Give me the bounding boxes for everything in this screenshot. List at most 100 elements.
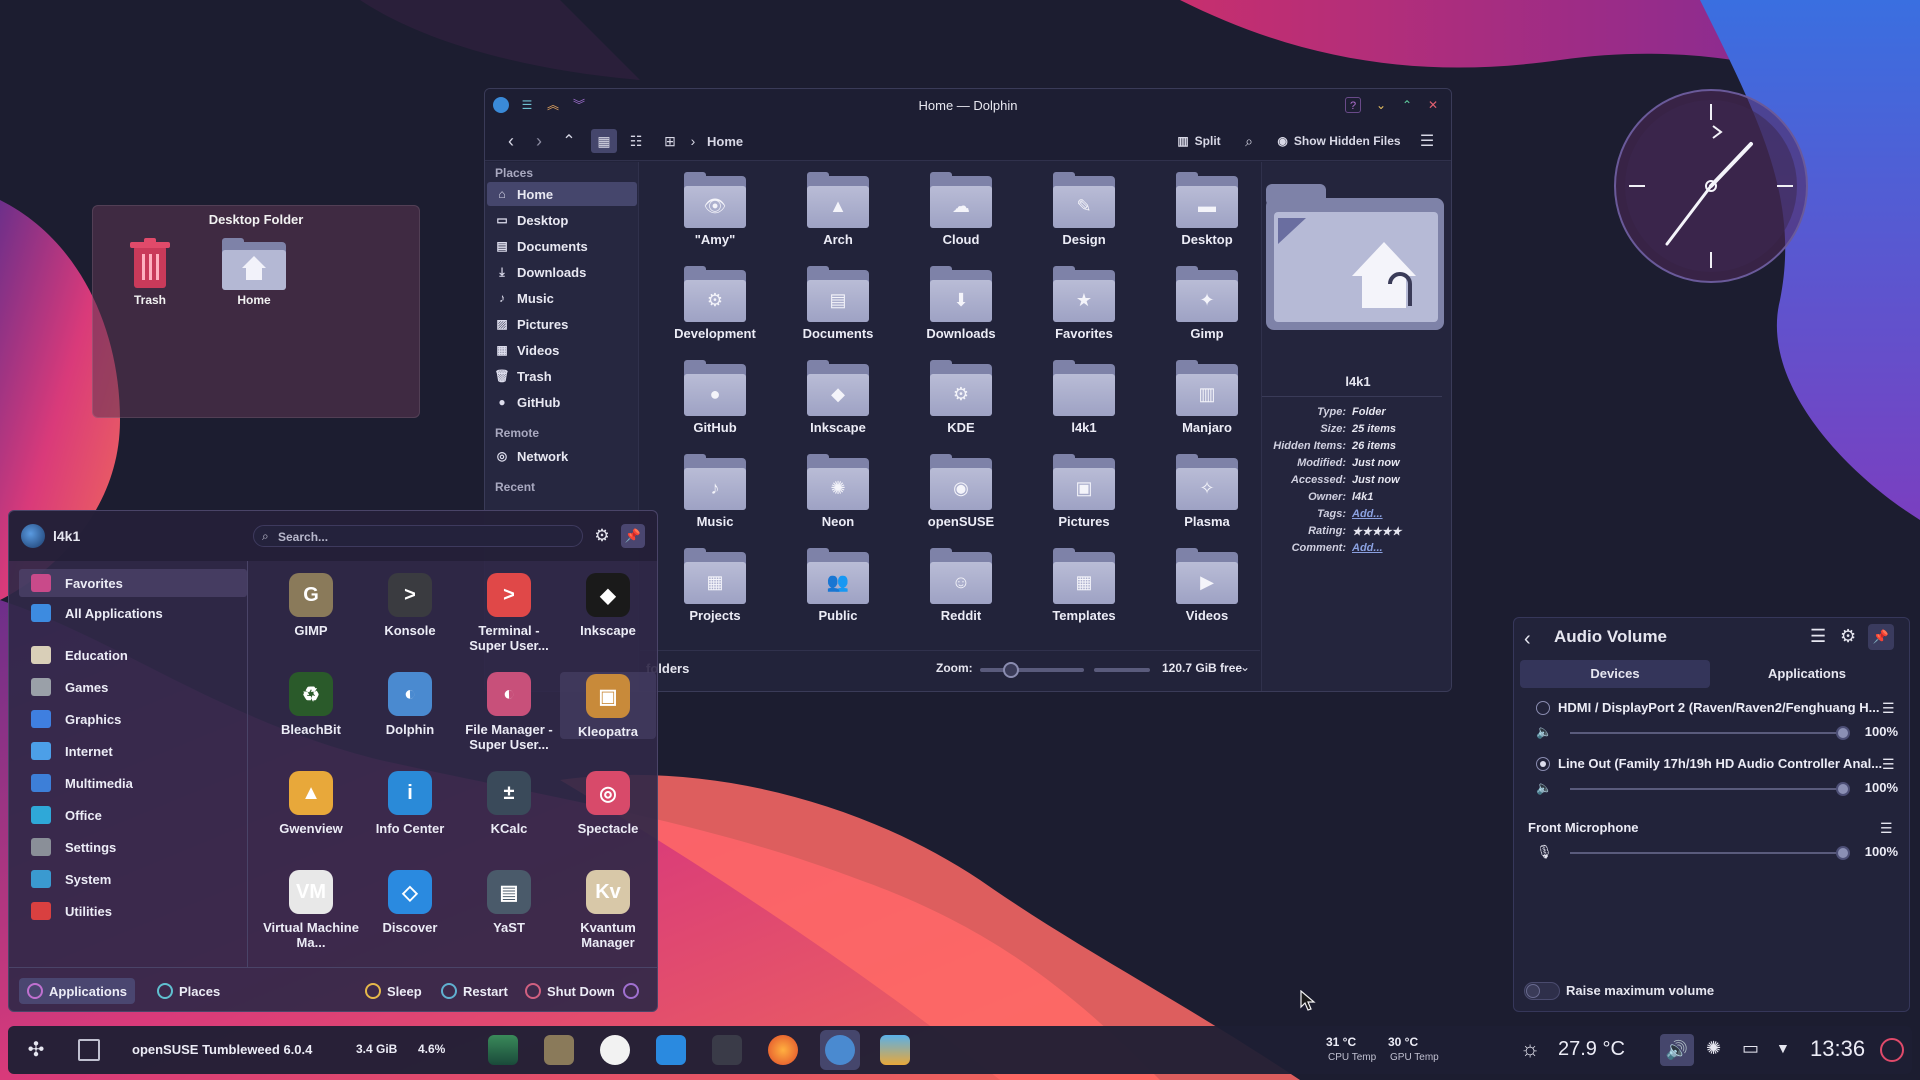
category-office[interactable]: Office bbox=[19, 801, 247, 829]
app-item[interactable]: > Konsole bbox=[362, 573, 458, 638]
hamburger-menu-icon[interactable]: ☰ bbox=[1810, 626, 1826, 647]
back-icon[interactable]: ‹ bbox=[1524, 628, 1531, 651]
zoom-slider[interactable] bbox=[980, 662, 1084, 678]
folder-item[interactable]: l4k1 bbox=[1025, 360, 1143, 435]
app-item[interactable]: ▲ Gwenview bbox=[263, 771, 359, 836]
category-graphics[interactable]: Graphics bbox=[19, 705, 247, 733]
volume-slider-knob[interactable] bbox=[1836, 726, 1850, 740]
place-videos[interactable]: ▦ Videos bbox=[487, 338, 637, 362]
desktop-icon-trash[interactable]: Trash bbox=[105, 238, 195, 307]
info-value[interactable]: Add... bbox=[1352, 542, 1383, 554]
sleep-button[interactable]: Sleep bbox=[357, 978, 430, 1004]
places-tab[interactable]: Places bbox=[149, 978, 228, 1004]
forward-icon[interactable]: › bbox=[527, 129, 551, 153]
up-icon[interactable]: ⌃ bbox=[557, 129, 581, 153]
folder-item[interactable]: ✦ Gimp bbox=[1148, 266, 1266, 341]
volume-slider-knob[interactable] bbox=[1836, 782, 1850, 796]
weather-icon[interactable]: ☼ bbox=[1520, 1036, 1540, 1062]
tab-applications[interactable]: Applications bbox=[1712, 660, 1902, 688]
folder-item[interactable]: ◉ openSUSE bbox=[902, 454, 1020, 529]
category-system[interactable]: System bbox=[19, 865, 247, 893]
app-item[interactable]: > Terminal - Super User... bbox=[461, 573, 557, 653]
folder-item[interactable]: ● GitHub bbox=[656, 360, 774, 435]
app-item[interactable]: ♻ BleachBit bbox=[263, 672, 359, 737]
folder-item[interactable]: ◆ Inkscape bbox=[779, 360, 897, 435]
folder-item[interactable]: ⚙ KDE bbox=[902, 360, 1020, 435]
folder-item[interactable]: ▥ Manjaro bbox=[1148, 360, 1266, 435]
folder-item[interactable]: ✧ Plasma bbox=[1148, 454, 1266, 529]
session-icon[interactable] bbox=[1880, 1038, 1904, 1062]
place-documents[interactable]: ▤ Documents bbox=[487, 234, 637, 258]
back-icon[interactable]: ‹ bbox=[499, 129, 523, 153]
app-item[interactable]: ± KCalc bbox=[461, 771, 557, 836]
desktop-icon-home[interactable]: Home bbox=[209, 238, 299, 307]
free-space-dropdown-icon[interactable]: ⌄ bbox=[1240, 660, 1250, 674]
taskbar-app-gimp-icon[interactable] bbox=[544, 1035, 574, 1065]
place-music[interactable]: ♪ Music bbox=[487, 286, 637, 310]
app-item[interactable]: ▣ Kleopatra bbox=[560, 672, 656, 739]
app-item[interactable]: G GIMP bbox=[263, 573, 359, 638]
icons-view-icon[interactable]: ▦ bbox=[591, 129, 617, 153]
network-tray-icon[interactable]: ▭ bbox=[1742, 1038, 1759, 1059]
folder-item[interactable]: ★ Favorites bbox=[1025, 266, 1143, 341]
minimize-icon[interactable]: ⌄ bbox=[1373, 97, 1389, 113]
app-item[interactable]: Kv Kvantum Manager bbox=[560, 870, 656, 950]
folder-item[interactable]: ☺ Reddit bbox=[902, 548, 1020, 623]
folder-item[interactable]: ▶ Videos bbox=[1148, 548, 1266, 623]
gear-icon[interactable]: ⚙ bbox=[591, 525, 613, 547]
place-pictures[interactable]: ▨ Pictures bbox=[487, 312, 637, 336]
folder-item[interactable]: ▤ Documents bbox=[779, 266, 897, 341]
folder-item[interactable]: ▦ Templates bbox=[1025, 548, 1143, 623]
mic-slider[interactable] bbox=[1570, 846, 1850, 860]
place-desktop[interactable]: ▭ Desktop bbox=[487, 208, 637, 232]
hamburger-menu-icon[interactable]: ☰ bbox=[1415, 129, 1439, 153]
volume-slider[interactable] bbox=[1570, 782, 1850, 796]
taskbar-app-dolphin-active[interactable] bbox=[820, 1030, 860, 1070]
close-icon[interactable]: ✕ bbox=[1425, 97, 1441, 113]
place-github[interactable]: ● GitHub bbox=[487, 390, 637, 414]
category-multimedia[interactable]: Multimedia bbox=[19, 769, 247, 797]
folder-item[interactable]: 👁 "Amy" bbox=[656, 172, 774, 247]
speaker-icon[interactable]: 🔈 bbox=[1536, 724, 1552, 740]
category-internet[interactable]: Internet bbox=[19, 737, 247, 765]
folder-item[interactable]: ⚙ Development bbox=[656, 266, 774, 341]
device-radio[interactable] bbox=[1536, 701, 1550, 715]
microphone-icon[interactable]: 🎙 bbox=[1536, 844, 1553, 860]
device-menu-icon[interactable]: ☰ bbox=[1882, 700, 1895, 717]
device-menu-icon[interactable]: ☰ bbox=[1880, 820, 1893, 837]
pin-icon[interactable]: 📌 bbox=[1868, 624, 1894, 650]
compact-view-icon[interactable]: ☷ bbox=[623, 129, 649, 153]
app-item[interactable]: ◇ Discover bbox=[362, 870, 458, 935]
app-item[interactable]: VM Virtual Machine Ma... bbox=[263, 870, 359, 950]
taskbar-app-firefox-icon[interactable] bbox=[768, 1035, 798, 1065]
volume-slider[interactable] bbox=[1570, 726, 1850, 740]
launcher-button-icon[interactable]: ✣ bbox=[22, 1036, 50, 1064]
help-icon[interactable]: ? bbox=[1345, 97, 1361, 113]
device-menu-icon[interactable]: ☰ bbox=[1882, 756, 1895, 773]
taskbar-app-discover-icon[interactable] bbox=[656, 1035, 686, 1065]
restart-button[interactable]: Restart bbox=[433, 978, 516, 1004]
app-item[interactable]: ◎ Spectacle bbox=[560, 771, 656, 836]
app-item[interactable]: i Info Center bbox=[362, 771, 458, 836]
app-item[interactable]: ◐ Dolphin bbox=[362, 672, 458, 737]
info-value[interactable]: Add... bbox=[1352, 508, 1383, 520]
folder-item[interactable]: ✎ Design bbox=[1025, 172, 1143, 247]
pin-icon[interactable]: 📌 bbox=[621, 524, 645, 548]
maximize-icon[interactable]: ⌃ bbox=[1399, 97, 1415, 113]
taskbar-app-gwenview-icon[interactable] bbox=[880, 1035, 910, 1065]
details-view-icon[interactable]: ⊞ bbox=[657, 129, 683, 153]
folder-item[interactable]: ▲ Arch bbox=[779, 172, 897, 247]
folder-item[interactable]: ✺ Neon bbox=[779, 454, 897, 529]
applications-tab[interactable]: Applications bbox=[19, 978, 136, 1004]
search-icon[interactable]: ⌕ bbox=[1237, 129, 1261, 153]
raise-volume-toggle[interactable] bbox=[1524, 982, 1560, 1000]
category-education[interactable]: Education bbox=[19, 641, 247, 669]
tray-expand-icon[interactable]: ▼ bbox=[1776, 1040, 1790, 1056]
category-utilities[interactable]: Utilities bbox=[19, 897, 247, 925]
folder-item[interactable]: ▦ Projects bbox=[656, 548, 774, 623]
place-network[interactable]: ◎ Network bbox=[487, 444, 637, 468]
category-games[interactable]: Games bbox=[19, 673, 247, 701]
folder-item[interactable]: ☁ Cloud bbox=[902, 172, 1020, 247]
folder-item[interactable]: ⬇ Downloads bbox=[902, 266, 1020, 341]
folder-item[interactable]: ▣ Pictures bbox=[1025, 454, 1143, 529]
